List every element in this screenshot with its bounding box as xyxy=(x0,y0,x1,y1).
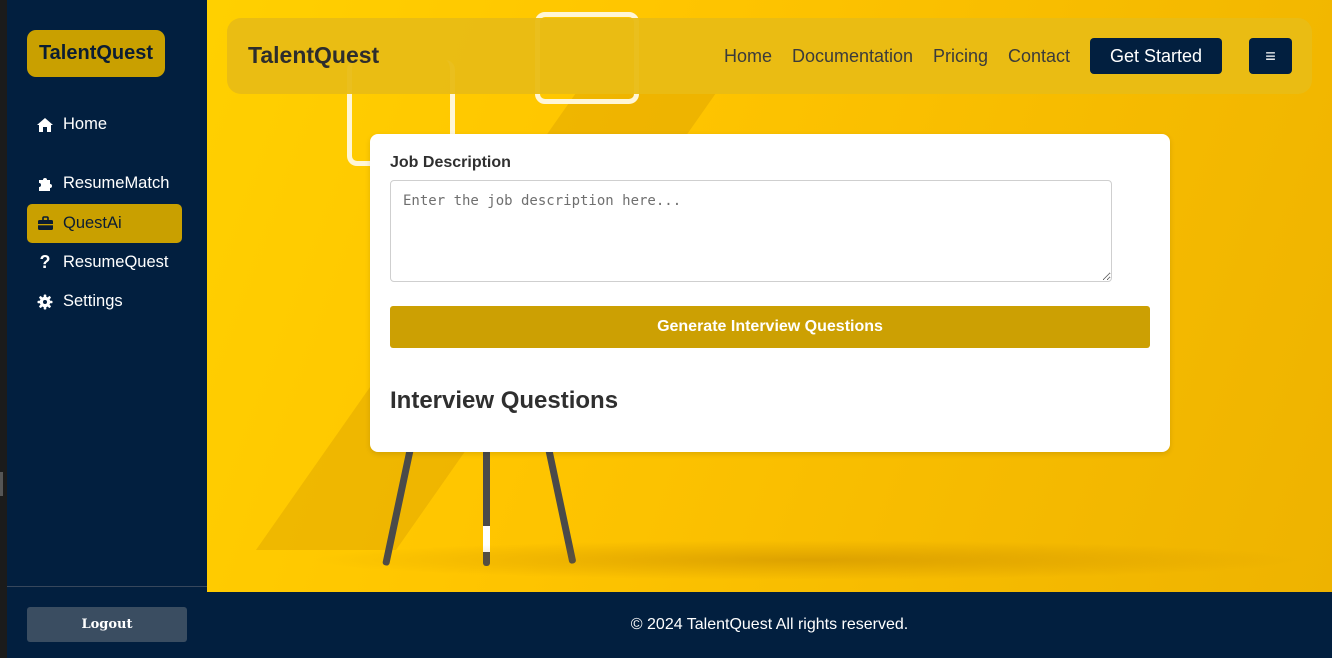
resize-handle[interactable] xyxy=(0,472,3,496)
top-navbar: TalentQuest Home Documentation Pricing C… xyxy=(227,18,1312,94)
sidebar-item-settings[interactable]: Settings xyxy=(27,282,182,321)
navbar-brand[interactable]: TalentQuest xyxy=(248,42,379,69)
sidebar-divider xyxy=(7,586,207,587)
briefcase-icon xyxy=(27,216,63,231)
floor-shadow xyxy=(307,540,1307,580)
nav-link-pricing[interactable]: Pricing xyxy=(933,46,988,67)
sidebar-item-label: QuestAi xyxy=(63,214,122,232)
puzzle-icon xyxy=(27,176,63,192)
sidebar-item-label: Home xyxy=(63,115,108,133)
sidebar-item-label: ResumeQuest xyxy=(63,253,169,271)
sidebar: TalentQuest Home ResumeMatch QuestAi ? R… xyxy=(7,0,207,592)
home-icon xyxy=(27,117,63,133)
question-generator-card: Job Description Generate Interview Quest… xyxy=(370,134,1170,452)
footer-copyright: © 2024 TalentQuest All rights reserved. xyxy=(630,616,909,633)
sidebar-item-resumematch[interactable]: ResumeMatch xyxy=(27,164,182,203)
sidebar-brand[interactable]: TalentQuest xyxy=(27,30,165,77)
nav-link-home[interactable]: Home xyxy=(724,46,772,67)
generate-questions-button[interactable]: Generate Interview Questions xyxy=(390,306,1150,348)
menu-button[interactable]: ≡ xyxy=(1249,38,1292,74)
logout-button[interactable]: Logout xyxy=(27,607,187,642)
sidebar-item-resumequest[interactable]: ? ResumeQuest xyxy=(27,243,182,282)
window-edge xyxy=(0,0,7,658)
nav-link-contact[interactable]: Contact xyxy=(1008,46,1070,67)
job-description-input[interactable] xyxy=(390,180,1112,282)
sidebar-item-label: ResumeMatch xyxy=(63,174,170,192)
get-started-button[interactable]: Get Started xyxy=(1090,38,1222,74)
hamburger-menu-icon: ≡ xyxy=(1265,45,1276,66)
gear-icon xyxy=(27,294,63,310)
sidebar-item-label: Settings xyxy=(63,292,123,310)
results-heading: Interview Questions xyxy=(390,387,619,414)
main-area: TalentQuest Home Documentation Pricing C… xyxy=(207,0,1332,592)
nav-link-documentation[interactable]: Documentation xyxy=(792,46,913,67)
question-icon: ? xyxy=(39,252,51,272)
sidebar-item-questai[interactable]: QuestAi xyxy=(27,204,182,243)
sidebar-item-home[interactable]: Home xyxy=(27,105,182,144)
job-description-label: Job Description xyxy=(390,154,511,171)
